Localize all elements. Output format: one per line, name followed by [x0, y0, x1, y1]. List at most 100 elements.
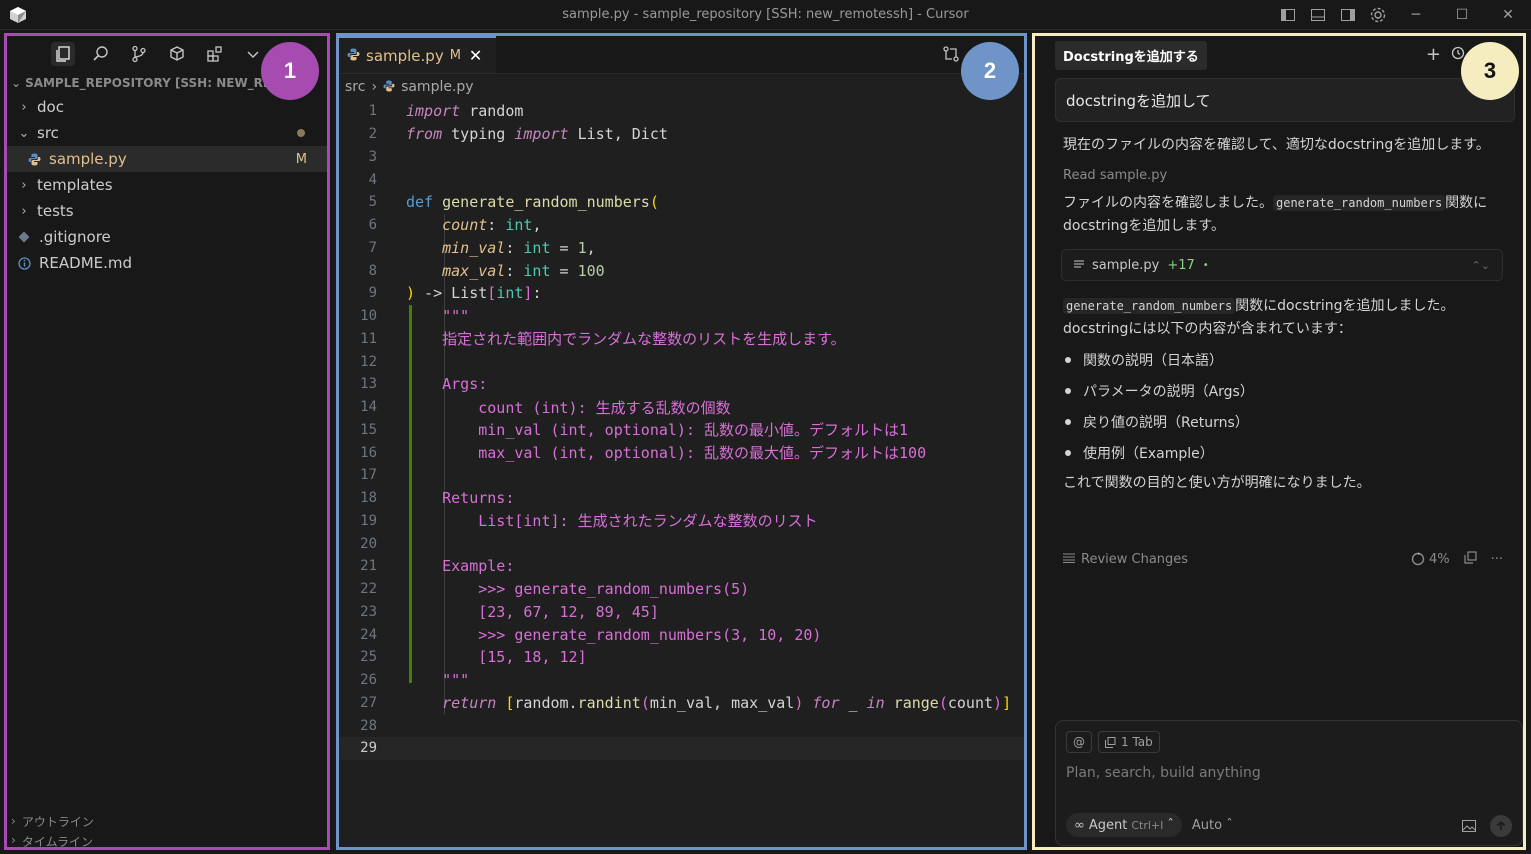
timeline-label: タイムライン: [21, 835, 93, 847]
tree-item-sample-py[interactable]: sample.py M: [7, 146, 327, 172]
code-line: 6 count: int,: [368, 216, 542, 235]
info-icon: [17, 256, 31, 270]
result-line2: docstringには以下の内容が含まれています：: [1063, 321, 1352, 337]
code-line: 15 min_val (int, optional): 乱数の最小値。デフォルト…: [360, 421, 909, 440]
explorer-sidebar: ⌄ SAMPLE_REPOSITORY [SSH: NEW_REMO › doc…: [4, 33, 330, 850]
code-line: 2 from typing import List, Dict: [368, 125, 668, 144]
tab-sample-py[interactable]: sample.py M ✕: [339, 36, 497, 73]
toggle-panel-icon[interactable]: [1303, 0, 1333, 30]
read-file-line: Read sample.py: [1063, 168, 1523, 183]
toggle-secondary-sidebar-icon[interactable]: [1333, 0, 1363, 30]
git-diamond-icon: [17, 231, 31, 243]
assistant-closing: これで関数の目的と使い方が明確になりました。: [1063, 475, 1371, 491]
search-icon[interactable]: [89, 42, 113, 66]
tree-item-tests[interactable]: › tests: [7, 198, 327, 224]
settings-gear-icon[interactable]: [1363, 0, 1393, 30]
code-line: 5 def generate_random_numbers(: [368, 193, 659, 212]
minimize-icon[interactable]: ─: [1393, 0, 1439, 30]
code-line: 23 [23, 67, 12, 89, 45]: [360, 602, 659, 621]
assistant-result: generate_random_numbers 関数にdocstringを追加しま…: [1063, 295, 1493, 341]
code-editor: sample.py M ✕ src › sample.py 1 import ra…: [336, 33, 1027, 850]
tree-item-label: sample.py: [49, 150, 127, 168]
review-changes-button[interactable]: Review Changes: [1081, 552, 1188, 567]
read-file-name[interactable]: sample.py: [1100, 168, 1167, 183]
agent-mode-selector[interactable]: ∞ Agent Ctrl+I ˆ: [1066, 813, 1182, 837]
breadcrumb-file[interactable]: sample.py: [401, 79, 474, 95]
code-line: 3: [368, 148, 377, 165]
code-line-current: 29: [339, 737, 1024, 760]
file-card-diff: +17: [1167, 257, 1195, 273]
timeline-section[interactable]: › タイムライン: [7, 833, 327, 847]
list-item: 使用例（Example）: [1065, 437, 1523, 468]
agent-shortcut: Ctrl+I: [1131, 818, 1164, 832]
assistant-intro: 現在のファイルの内容を確認して、適切なdocstringを追加します。: [1063, 137, 1490, 153]
modified-dot-icon: [297, 129, 305, 137]
chevron-down-icon: ⌄: [11, 76, 22, 90]
code-line: 14 count (int): 生成する乱数の個数: [360, 398, 731, 417]
tree-item-templates[interactable]: › templates: [7, 172, 327, 198]
tab-copy-icon: [1105, 736, 1116, 748]
context-percent: 4%: [1428, 551, 1450, 567]
compare-changes-icon[interactable]: [942, 45, 960, 67]
model-selector[interactable]: Auto ˆ: [1192, 818, 1233, 833]
code-line: 8 max_val: int = 100: [368, 261, 605, 280]
chevron-right-icon: ›: [11, 814, 16, 828]
send-arrow-icon[interactable]: [1490, 815, 1512, 837]
modified-badge: M: [295, 151, 307, 167]
ai-chat-panel: Docstringを追加する + docstringを追加して 現在のファイルの…: [1032, 33, 1526, 850]
context-tab-label: 1 Tab: [1121, 735, 1153, 749]
more-options-icon[interactable]: ···: [1491, 552, 1503, 567]
agent-label: Agent: [1088, 817, 1128, 833]
breadcrumb: src › sample.py: [339, 74, 1024, 100]
summary-list: 関数の説明（日本語） パラメータの説明（Args） 戻り値の説明（Returns…: [1065, 344, 1523, 468]
source-control-icon[interactable]: [127, 42, 151, 66]
breadcrumb-folder[interactable]: src: [345, 79, 365, 95]
remote-explorer-icon[interactable]: [165, 42, 189, 66]
chevron-down-icon: ⌄: [18, 125, 30, 141]
code-line: 20: [360, 535, 377, 552]
chat-tab-title[interactable]: Docstringを追加する: [1055, 40, 1207, 70]
chevron-right-icon: ›: [21, 177, 27, 193]
tree-item-gitignore[interactable]: .gitignore: [7, 224, 327, 250]
code-line: 22 >>> generate_random_numbers(5): [360, 580, 750, 599]
image-attach-icon[interactable]: [1462, 817, 1476, 836]
explorer-files-icon[interactable]: [51, 42, 75, 66]
close-tab-icon[interactable]: ✕: [469, 46, 482, 65]
code-line: 24 >>> generate_random_numbers(3, 10, 20…: [360, 625, 822, 644]
tree-item-src[interactable]: ⌄ src: [7, 120, 327, 146]
maximize-icon[interactable]: ☐: [1439, 0, 1485, 30]
outline-section[interactable]: › アウトライン: [7, 809, 327, 833]
chevron-right-icon: ›: [21, 99, 27, 115]
context-tab-chip[interactable]: 1 Tab: [1098, 731, 1160, 753]
extensions-icon[interactable]: [203, 42, 227, 66]
python-file-icon: [383, 79, 395, 95]
expand-chevrons-icon[interactable]: ⌃⌄: [1472, 259, 1490, 272]
code-line: 26 """: [360, 671, 470, 690]
context-usage: 4%: [1411, 552, 1450, 567]
toggle-primary-sidebar-icon[interactable]: [1273, 0, 1303, 30]
annotation-badge-2: 2: [961, 42, 1019, 100]
close-window-icon[interactable]: ✕: [1485, 0, 1531, 30]
code-line: 18 Returns:: [360, 489, 515, 508]
chevron-right-icon: ›: [21, 203, 27, 219]
python-file-icon: [27, 153, 41, 166]
edited-file-card[interactable]: sample.py +17 • ⌃⌄: [1061, 249, 1503, 281]
tree-item-label: src: [37, 124, 59, 142]
model-label: Auto: [1191, 817, 1223, 833]
copy-icon[interactable]: [1463, 550, 1477, 568]
tree-item-readme[interactable]: README.md: [7, 250, 327, 276]
annotation-badge-3: 3: [1461, 42, 1519, 100]
code-area[interactable]: 1 import random 2 from typing import List,…: [339, 100, 1024, 760]
code-line: 21 Example:: [360, 557, 515, 576]
chat-input[interactable]: Plan, search, build anything: [1066, 765, 1261, 781]
tab-label: sample.py: [366, 46, 444, 65]
mention-button[interactable]: @: [1066, 731, 1092, 753]
tree-item-label: templates: [37, 176, 113, 194]
tree-item-label: README.md: [39, 254, 133, 272]
title-bar: sample.py - sample_repository [SSH: new_…: [0, 0, 1531, 30]
code-line: 27 return [random.randint(min_val, max_v…: [360, 693, 1012, 712]
new-chat-plus-icon[interactable]: +: [1426, 44, 1441, 65]
chat-header: Docstringを追加する +: [1035, 36, 1523, 74]
user-message[interactable]: docstringを追加して: [1055, 78, 1515, 122]
progress-ring-icon: [1411, 552, 1425, 566]
